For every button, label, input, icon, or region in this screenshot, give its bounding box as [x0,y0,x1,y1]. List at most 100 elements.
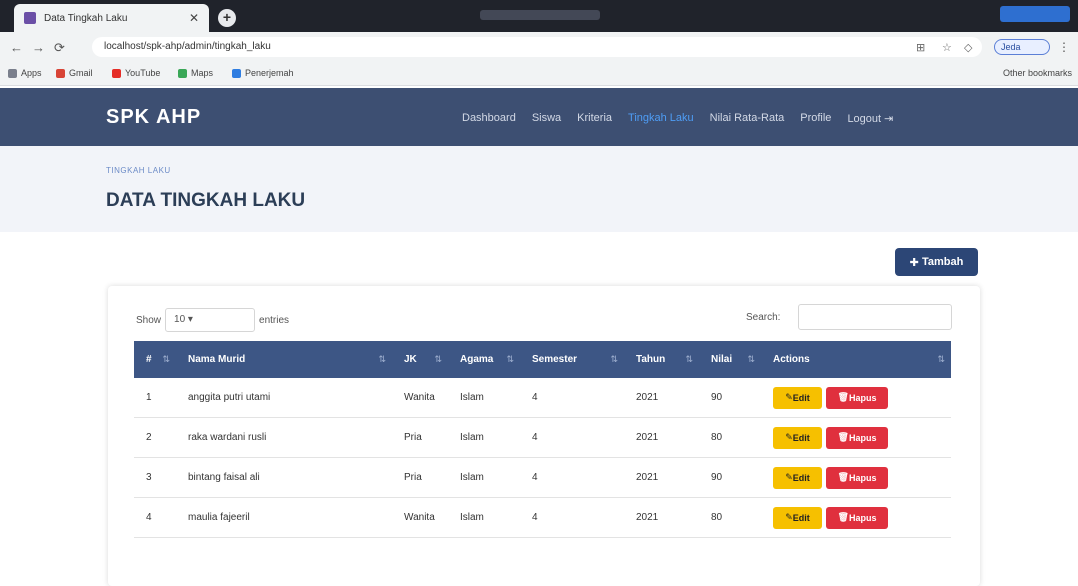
window-controls[interactable] [1000,6,1070,22]
forward-icon[interactable]: → [32,40,45,55]
sort-icon: ⇅ [378,354,386,364]
add-button[interactable]: ✚ Tambah [895,248,978,276]
sort-icon: ⇅ [434,354,442,364]
reload-icon[interactable]: ⟳ [54,40,65,56]
sort-icon: ⇅ [506,354,514,364]
col-nilai[interactable]: Nilai ⇅ [699,354,761,365]
cell-jk: Pria [404,472,422,483]
cell-no: 2 [146,432,152,443]
nav-nilai[interactable]: Nilai Rata-Rata [710,112,785,125]
favicon-icon [24,12,36,24]
bookmark-maps[interactable]: Maps [178,68,213,78]
brand-logo[interactable]: SPK AHP [106,106,201,129]
cell-tahun: 2021 [636,392,659,403]
col-actions[interactable]: Actions ⇅ [761,354,951,365]
star-icon[interactable]: ☆ [942,41,952,54]
page-title: DATA TINGKAH LAKU [106,190,306,211]
nav-dashboard[interactable]: Dashboard [462,112,516,125]
sort-icon: ⇅ [747,354,755,364]
browser-tab[interactable]: Data Tingkah Laku ✕ [14,4,209,32]
cell-jk: Pria [404,432,422,443]
cell-semester: 4 [532,472,538,483]
cell-nama: bintang faisal ali [188,472,260,483]
delete-button[interactable]: 🗑 Hapus [826,466,888,489]
translate-icon[interactable]: ⊞ [916,41,925,54]
cell-no: 1 [146,392,152,403]
extension-icon[interactable]: ◇ [964,41,972,54]
col-agama[interactable]: Agama ⇅ [448,354,520,365]
nav-logout[interactable]: Logout ⇥ [847,112,893,125]
cell-agama: Islam [460,472,484,483]
nav-kriteria[interactable]: Kriteria [577,112,612,125]
cell-jk: Wanita [404,512,435,523]
edit-button[interactable]: ✎ Edit [773,506,822,529]
bookmark-translate[interactable]: Penerjemah [232,68,294,78]
app-navbar: SPK AHP Dashboard Siswa Kriteria Tingkah… [0,88,1078,146]
table-row: 2 raka wardani rusli Pria Islam 4 2021 8… [134,418,951,458]
sort-icon: ⇅ [685,354,693,364]
edit-button[interactable]: ✎ Edit [773,466,822,489]
main-nav: Dashboard Siswa Kriteria Tingkah Laku Ni… [462,112,893,125]
edit-button[interactable]: ✎ Edit [773,386,822,409]
tab-title: Data Tingkah Laku [44,12,128,24]
bookmarks-bar: Apps Gmail YouTube Maps Penerjemah Other… [0,62,1078,86]
nav-siswa[interactable]: Siswa [532,112,561,125]
translate-icon [232,68,241,78]
chevron-down-icon: ▾ [187,314,193,325]
edit-icon: ✎ [785,392,793,402]
cell-nama: raka wardani rusli [188,432,267,443]
close-icon[interactable]: ✕ [189,11,199,25]
bookmark-gmail[interactable]: Gmail [56,68,93,78]
apps-icon [8,68,17,78]
other-bookmarks[interactable]: Other bookmarks [1003,68,1072,78]
table-row: 4 maulia fajeeril Wanita Islam 4 2021 80… [134,498,951,538]
nav-tingkah-laku[interactable]: Tingkah Laku [628,112,694,125]
edit-button[interactable]: ✎ Edit [773,426,822,449]
table-card: Show 10 ▾ entries Search: # ⇅ Nama Murid ⇅… [108,286,980,586]
col-tahun[interactable]: Tahun ⇅ [624,354,699,365]
bookmark-youtube[interactable]: YouTube [112,68,160,78]
cell-nilai: 90 [711,392,723,403]
trash-icon: 🗑 [837,472,849,482]
logout-icon: ⇥ [884,113,894,125]
plus-icon: ✚ [909,256,922,269]
trash-icon: 🗑 [837,512,849,522]
search-input[interactable] [798,304,952,330]
length-select[interactable]: 10 ▾ [165,308,256,332]
menu-icon[interactable]: ⋮ [1058,40,1070,54]
col-nama[interactable]: Nama Murid ⇅ [176,354,392,365]
trash-icon: 🗑 [837,432,849,442]
cell-nama: maulia fajeeril [188,512,250,523]
profile-button[interactable]: Jeda [994,39,1050,55]
new-tab-icon[interactable]: + [218,9,236,27]
cell-nilai: 80 [711,512,723,523]
delete-button[interactable]: 🗑 Hapus [826,506,888,529]
bookmark-apps[interactable]: Apps [8,68,42,78]
edit-icon: ✎ [785,512,793,522]
cell-actions: ✎ Edit 🗑 Hapus [761,466,951,489]
cell-nama: anggita putri utami [188,392,271,403]
col-no[interactable]: # ⇅ [134,354,176,365]
breadcrumb[interactable]: TINGKAH LAKU [106,166,171,175]
edit-icon: ✎ [785,432,793,442]
sort-icon: ⇅ [937,354,945,364]
nav-profile[interactable]: Profile [800,112,831,125]
cell-no: 4 [146,512,152,523]
table-header: # ⇅ Nama Murid ⇅ JK ⇅ Agama ⇅ Semester ⇅ Tahu… [134,341,951,378]
youtube-icon [112,68,121,78]
cell-tahun: 2021 [636,512,659,523]
cell-actions: ✎ Edit 🗑 Hapus [761,426,951,449]
col-semester[interactable]: Semester ⇅ [520,354,624,365]
delete-button[interactable]: 🗑 Hapus [826,426,888,449]
cell-no: 3 [146,472,152,483]
col-jk[interactable]: JK ⇅ [392,354,448,365]
trash-icon: 🗑 [837,392,849,402]
sort-icon: ⇅ [162,354,170,364]
cell-semester: 4 [532,432,538,443]
cell-agama: Islam [460,512,484,523]
back-icon[interactable]: ← [10,40,23,55]
cell-tahun: 2021 [636,432,659,443]
window-title-bar [480,10,600,20]
delete-button[interactable]: 🗑 Hapus [826,386,888,409]
url-input[interactable]: localhost/spk-ahp/admin/tingkah_laku [92,37,982,57]
